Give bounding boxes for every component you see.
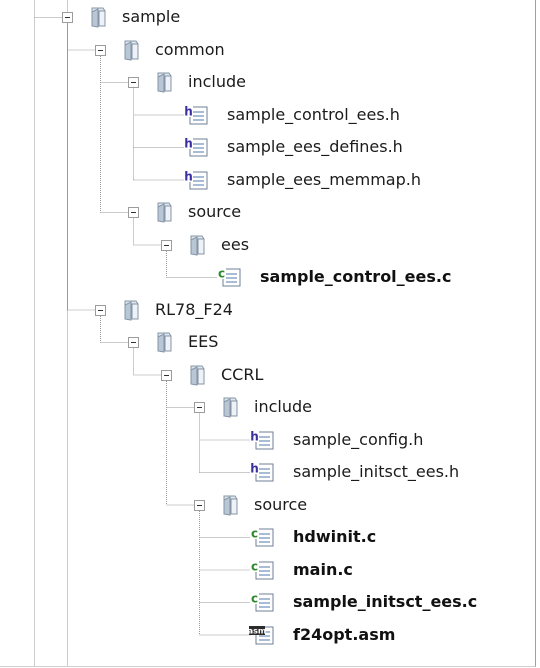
tree-item-label: sample_initsct_ees.h: [293, 462, 460, 481]
tree-item[interactable]: common: [0, 35, 535, 65]
c-source-file-icon: c: [249, 559, 275, 585]
svg-text:c: c: [251, 527, 258, 541]
tree-item[interactable]: include: [0, 67, 535, 97]
tree-item[interactable]: EES: [0, 327, 535, 357]
tree-item[interactable]: sample: [0, 2, 535, 32]
header-file-icon: h: [249, 429, 275, 455]
collapse-toggle[interactable]: [62, 12, 73, 23]
collapse-toggle[interactable]: [161, 239, 172, 251]
tree-item-label: sample_control_ees.c: [260, 267, 452, 286]
tree-item[interactable]: source: [0, 490, 535, 520]
tree-item-label: hdwinit.c: [293, 527, 377, 546]
tree-item[interactable]: h sample_ees_memmap.h: [0, 165, 535, 195]
tree-item[interactable]: asm f24opt.asm: [0, 620, 535, 650]
folder-icon: [221, 396, 243, 422]
folder-icon: [89, 6, 111, 32]
folder-icon: [155, 331, 177, 357]
collapse-toggle[interactable]: [128, 207, 139, 218]
svg-text:h: h: [250, 429, 259, 443]
tree-item[interactable]: h sample_control_ees.h: [0, 100, 535, 130]
tree-item[interactable]: ees: [0, 230, 535, 260]
tree-item[interactable]: CCRL: [0, 360, 535, 390]
svg-text:asm: asm: [249, 626, 266, 635]
header-file-icon: h: [183, 136, 209, 162]
svg-text:h: h: [184, 104, 193, 118]
folder-icon: [188, 234, 210, 260]
tree-item-label: include: [254, 397, 312, 416]
svg-text:h: h: [184, 169, 193, 183]
folder-icon: [122, 39, 144, 65]
svg-text:c: c: [218, 267, 225, 281]
folder-icon: [122, 299, 144, 325]
collapse-toggle[interactable]: [194, 499, 205, 511]
tree-item[interactable]: c sample_control_ees.c: [0, 262, 535, 292]
collapse-toggle[interactable]: [128, 77, 139, 88]
svg-text:h: h: [184, 137, 193, 151]
collapse-toggle[interactable]: [95, 44, 106, 56]
folder-icon: [221, 494, 243, 520]
c-source-file-icon: c: [249, 526, 275, 552]
tree-item[interactable]: h sample_ees_defines.h: [0, 132, 535, 162]
tree-item[interactable]: c sample_initsct_ees.c: [0, 587, 535, 617]
tree-item-label: main.c: [293, 559, 353, 579]
folder-icon: [155, 201, 177, 227]
tree-item[interactable]: c main.c: [0, 555, 535, 585]
c-source-file-icon: c: [249, 591, 275, 617]
tree-item-label: EES: [188, 332, 219, 351]
tree-item-label: sample_control_ees.h: [227, 104, 400, 124]
tree-item-label: sample: [122, 7, 181, 26]
tree-item-label: sample_initsct_ees.c: [293, 592, 478, 611]
tree-item[interactable]: RL78_F24: [0, 295, 535, 325]
tree-item-label: f24opt.asm: [293, 624, 396, 644]
svg-text:c: c: [251, 592, 258, 606]
header-file-icon: h: [249, 461, 275, 487]
project-tree-panel: sample common include h sample_control_ees.h…: [0, 0, 536, 667]
header-file-icon: h: [183, 169, 209, 195]
asm-file-icon: asm: [248, 624, 275, 650]
tree-item-label: include: [188, 72, 246, 91]
tree-item-label: source: [188, 202, 242, 221]
collapse-toggle[interactable]: [161, 369, 172, 381]
svg-text:h: h: [250, 462, 259, 476]
folder-icon: [188, 364, 210, 390]
tree-item[interactable]: c hdwinit.c: [0, 522, 535, 552]
tree-item[interactable]: h sample_config.h: [0, 425, 535, 455]
tree-item-label: common: [155, 39, 225, 59]
folder-icon: [155, 71, 177, 97]
tree-item-label: CCRL: [221, 364, 264, 384]
collapse-toggle[interactable]: [95, 304, 106, 316]
collapse-toggle[interactable]: [128, 337, 139, 348]
svg-text:c: c: [251, 559, 258, 573]
tree-item-label: sample_ees_defines.h: [227, 137, 403, 156]
collapse-toggle[interactable]: [194, 402, 205, 413]
c-source-file-icon: c: [216, 266, 242, 292]
tree-item-label: sample_ees_memmap.h: [227, 169, 421, 189]
tree-item-label: ees: [221, 234, 250, 254]
tree-item-label: RL78_F24: [155, 299, 233, 319]
tree-item-label: source: [254, 494, 308, 514]
tree-item[interactable]: source: [0, 197, 535, 227]
tree-item[interactable]: h sample_initsct_ees.h: [0, 457, 535, 487]
tree-item-label: sample_config.h: [293, 429, 424, 449]
header-file-icon: h: [183, 104, 209, 130]
tree-item[interactable]: include: [0, 392, 535, 422]
